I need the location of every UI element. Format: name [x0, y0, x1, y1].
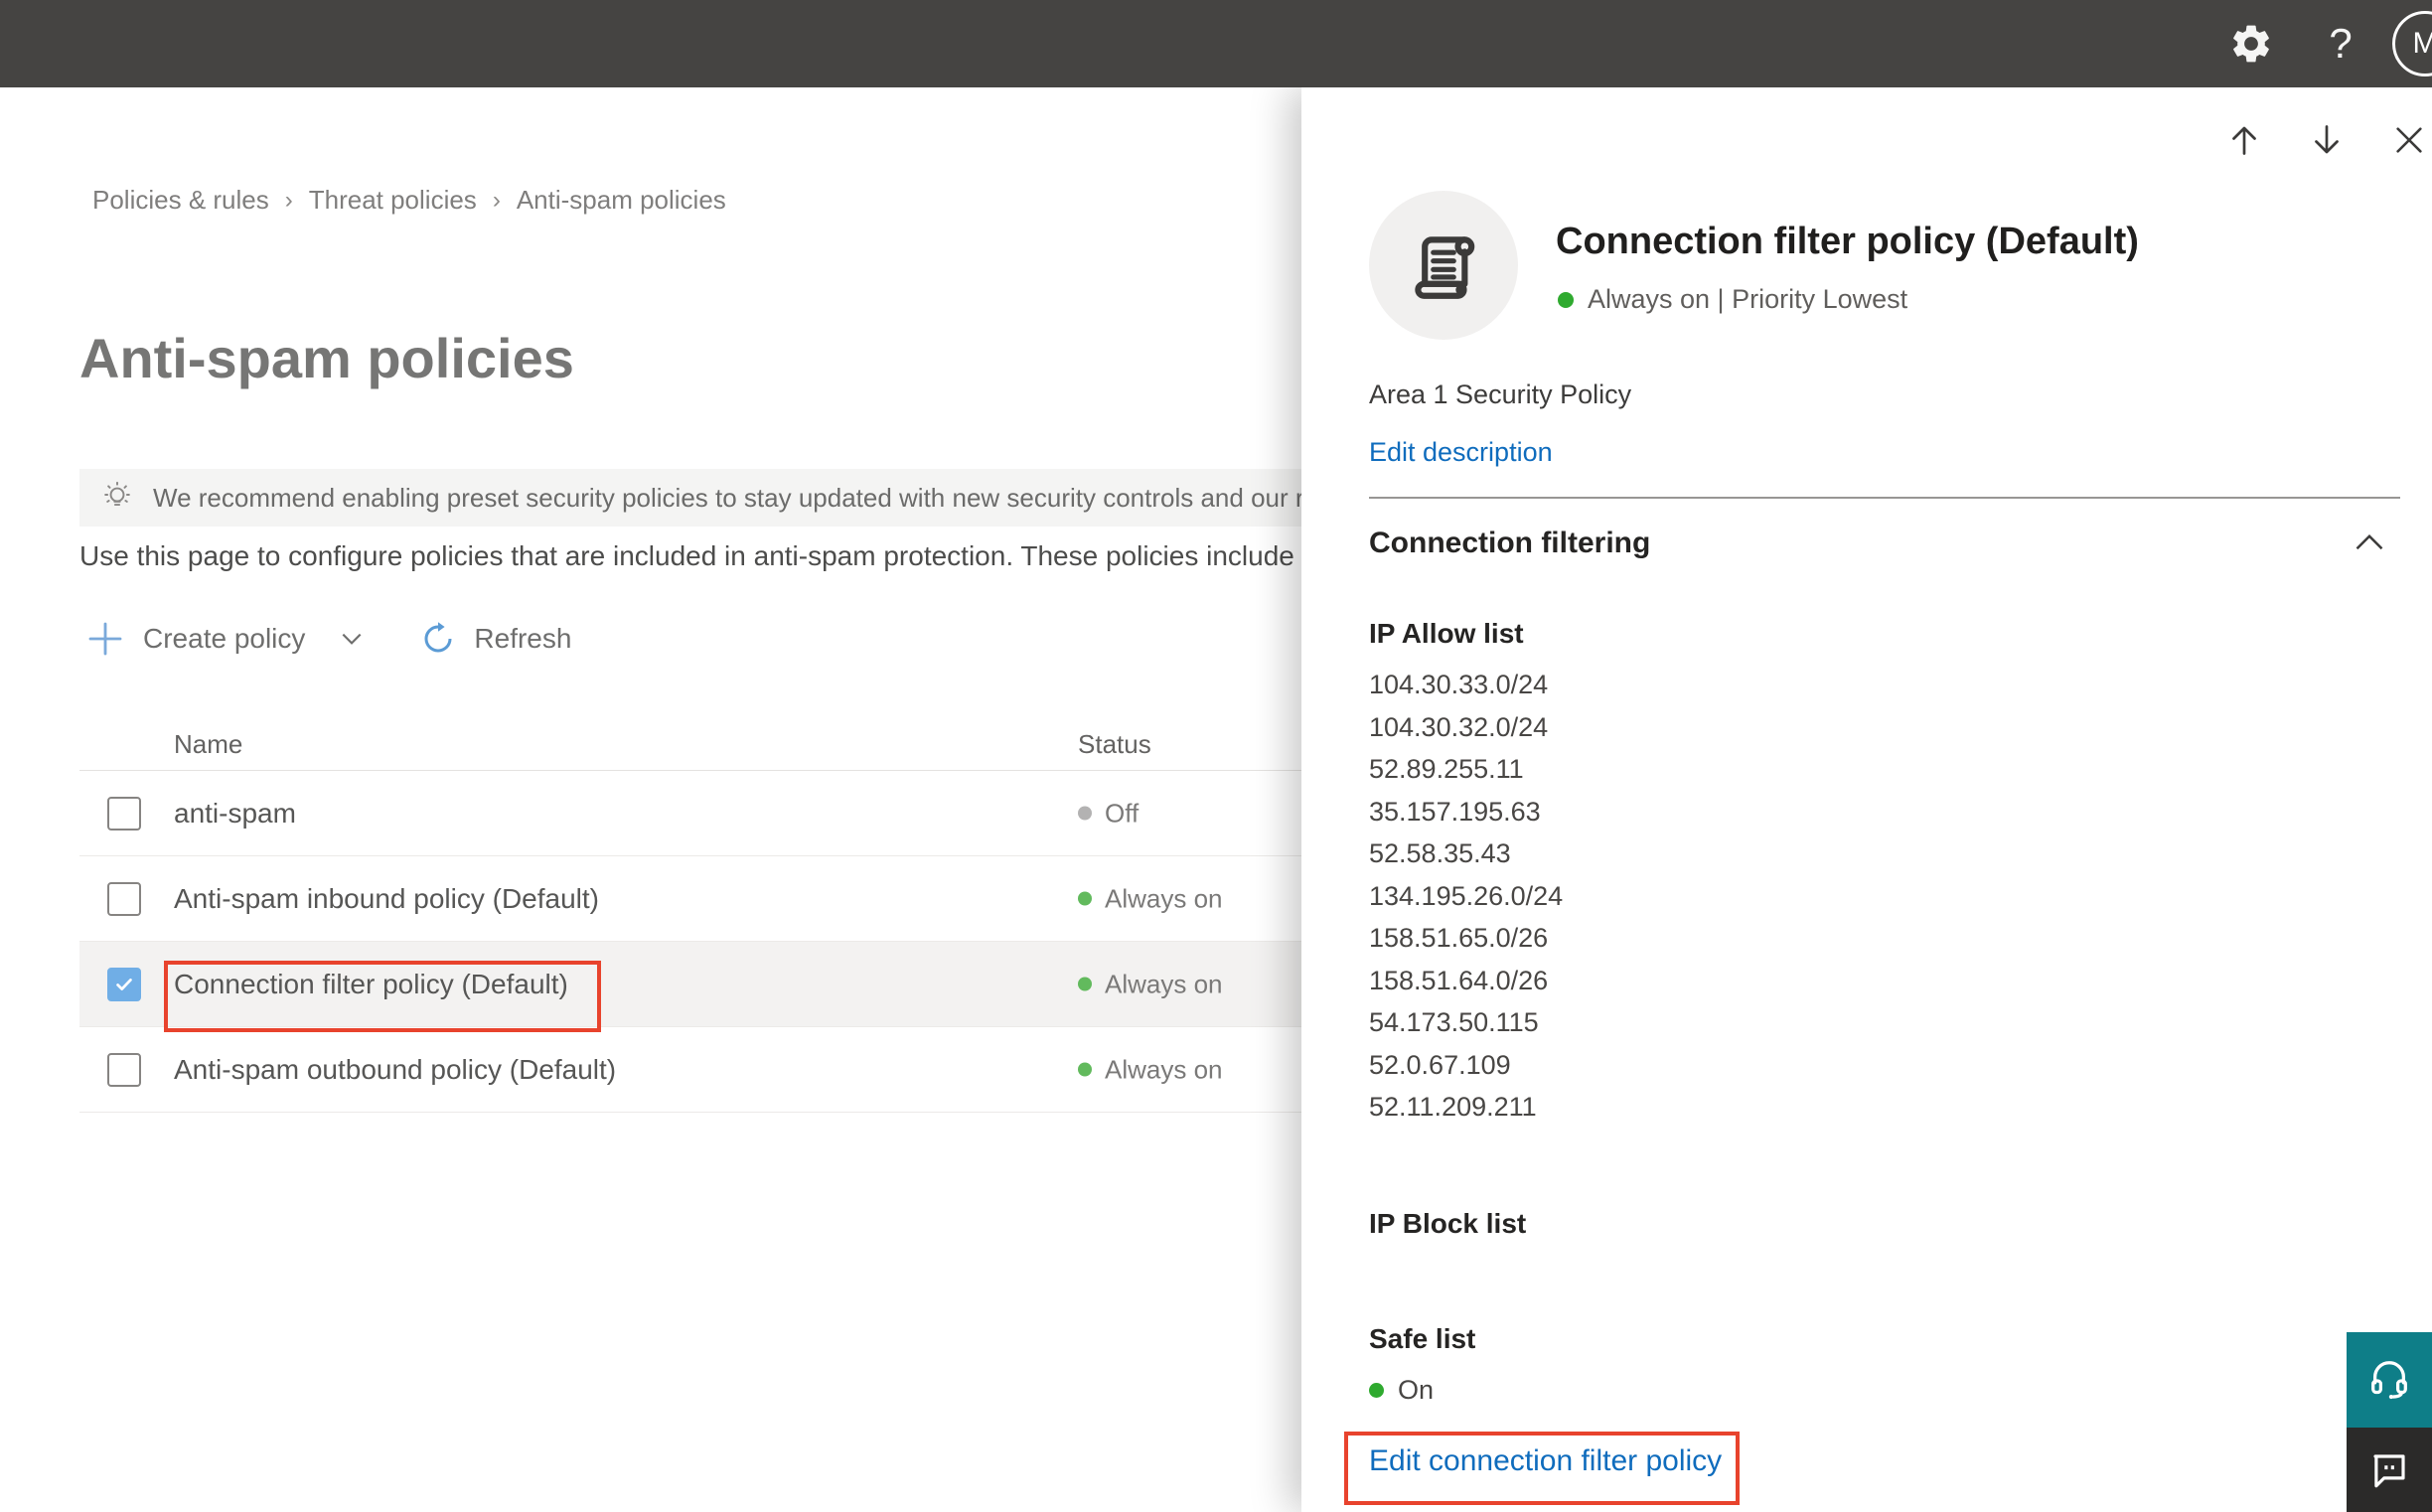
table-row[interactable]: Anti-spam inbound policy (Default) Alway… [79, 856, 1401, 942]
ip-block-list-heading: IP Block list [1369, 1208, 1527, 1239]
status-label: Always on [1105, 883, 1223, 913]
policy-table: Name Status anti-spam Off Anti-spam inbo… [79, 717, 1401, 1113]
policy-scroll-icon [1369, 191, 1518, 340]
table-row[interactable]: Anti-spam outbound policy (Default) Alwa… [79, 1027, 1401, 1113]
ip-item: 52.11.209.211 [1369, 1092, 1537, 1122]
policy-status: Always on [1078, 969, 1223, 999]
support-button[interactable] [2347, 1332, 2432, 1428]
ip-item: 158.51.65.0/26 [1369, 923, 1549, 953]
column-header-status[interactable]: Status [1078, 729, 1151, 760]
safe-list-heading: Safe list [1369, 1323, 1476, 1354]
status-label: Off [1105, 798, 1140, 828]
page-title: Anti-spam policies [79, 327, 574, 389]
policy-details-flyout: Connection filter policy (Default) Alway… [1301, 87, 2432, 1512]
policy-name[interactable]: Anti-spam outbound policy (Default) [174, 1054, 616, 1086]
headset-icon [2366, 1357, 2412, 1403]
status-dot-off [1078, 806, 1092, 821]
breadcrumb: Policies & rules › Threat policies › Ant… [92, 185, 726, 216]
status-label: Always on [1105, 969, 1223, 998]
flyout-nav [2225, 121, 2428, 159]
table-row-selected[interactable]: Connection filter policy (Default) Alway… [79, 942, 1401, 1027]
create-policy-button[interactable]: Create policy [85, 619, 365, 659]
policy-name[interactable]: Connection filter policy (Default) [174, 969, 568, 1000]
avatar-initial: M [2412, 27, 2432, 60]
status-dot-on [1558, 291, 1574, 308]
ip-item: 35.157.195.63 [1369, 796, 1541, 827]
settings-gear-icon[interactable] [2221, 0, 2281, 87]
policy-status: Always on [1078, 1054, 1223, 1085]
ip-item: 104.30.32.0/24 [1369, 711, 1549, 742]
ip-item: 158.51.64.0/26 [1369, 965, 1549, 995]
ip-item: 52.0.67.109 [1369, 1049, 1511, 1080]
lightbulb-icon [99, 480, 135, 516]
status-dot-on [1078, 891, 1092, 906]
ip-item: 134.195.26.0/24 [1369, 880, 1564, 911]
breadcrumb-separator-icon: › [492, 186, 501, 214]
ip-item: 104.30.33.0/24 [1369, 670, 1549, 699]
ip-item: 54.173.50.115 [1369, 1007, 1539, 1037]
status-line: Always on | Priority Lowest [1588, 284, 1908, 314]
table-row[interactable]: anti-spam Off [79, 771, 1401, 856]
help-icon[interactable]: ? [2311, 0, 2370, 87]
section-connection-filtering: Connection filtering [1369, 527, 1651, 559]
safe-list-status: On [1369, 1375, 1434, 1406]
edit-description-link[interactable]: Edit description [1369, 437, 1553, 468]
flyout-title: Connection filter policy (Default) [1556, 221, 2139, 262]
breadcrumb-separator-icon: › [284, 186, 293, 214]
help-glyph: ? [2329, 20, 2353, 67]
banner-text: We recommend enabling preset security po… [153, 482, 1404, 513]
toolbar: Create policy Refresh [85, 616, 571, 662]
next-item-arrow-down-icon[interactable] [2308, 121, 2346, 159]
top-app-bar: ? M [0, 0, 2432, 87]
ip-allow-list: 104.30.33.0/24 104.30.32.0/24 52.89.255.… [1369, 664, 1563, 1129]
speech-bubble-icon [2368, 1449, 2410, 1491]
ip-item: 52.58.35.43 [1369, 838, 1511, 868]
ip-allow-list-heading: IP Allow list [1369, 618, 1524, 649]
flyout-status: Always on | Priority Lowest [1558, 284, 1907, 315]
column-header-name[interactable]: Name [174, 729, 242, 760]
safe-list-status-label: On [1398, 1375, 1435, 1405]
breadcrumb-anti-spam-policies: Anti-spam policies [516, 185, 726, 215]
refresh-button[interactable]: Refresh [420, 621, 571, 657]
table-header: Name Status [79, 717, 1401, 771]
previous-item-arrow-up-icon[interactable] [2225, 121, 2263, 159]
plus-icon [85, 619, 125, 659]
page-description: Use this page to configure policies that… [79, 540, 1294, 571]
divider [1369, 497, 2400, 499]
edit-connection-filter-policy-link[interactable]: Edit connection filter policy [1369, 1444, 1722, 1478]
ip-item: 52.89.255.11 [1369, 754, 1524, 784]
create-policy-label: Create policy [143, 623, 306, 654]
policy-status: Off [1078, 798, 1139, 829]
chevron-down-icon [339, 626, 365, 652]
close-icon[interactable] [2390, 121, 2428, 159]
row-checkbox[interactable] [107, 881, 141, 916]
policy-status: Always on [1078, 883, 1223, 914]
feedback-button[interactable] [2347, 1428, 2432, 1512]
row-checkbox[interactable] [107, 796, 141, 831]
row-checkbox[interactable] [107, 1052, 141, 1087]
refresh-icon [420, 621, 456, 657]
status-dot-on [1078, 1062, 1092, 1077]
breadcrumb-threat-policies[interactable]: Threat policies [309, 185, 477, 216]
account-avatar[interactable]: M [2392, 11, 2432, 76]
status-dot-on [1078, 977, 1092, 991]
status-label: Always on [1105, 1054, 1223, 1084]
breadcrumb-policies-rules[interactable]: Policies & rules [92, 185, 269, 216]
policy-name[interactable]: anti-spam [174, 798, 296, 830]
status-dot-on [1369, 1383, 1384, 1398]
policy-name[interactable]: Anti-spam inbound policy (Default) [174, 883, 599, 915]
policy-description: Area 1 Security Policy [1369, 379, 1632, 409]
refresh-label: Refresh [474, 623, 572, 654]
collapse-chevron-up-icon[interactable] [2355, 532, 2384, 557]
row-checkbox-checked[interactable] [107, 967, 141, 1001]
